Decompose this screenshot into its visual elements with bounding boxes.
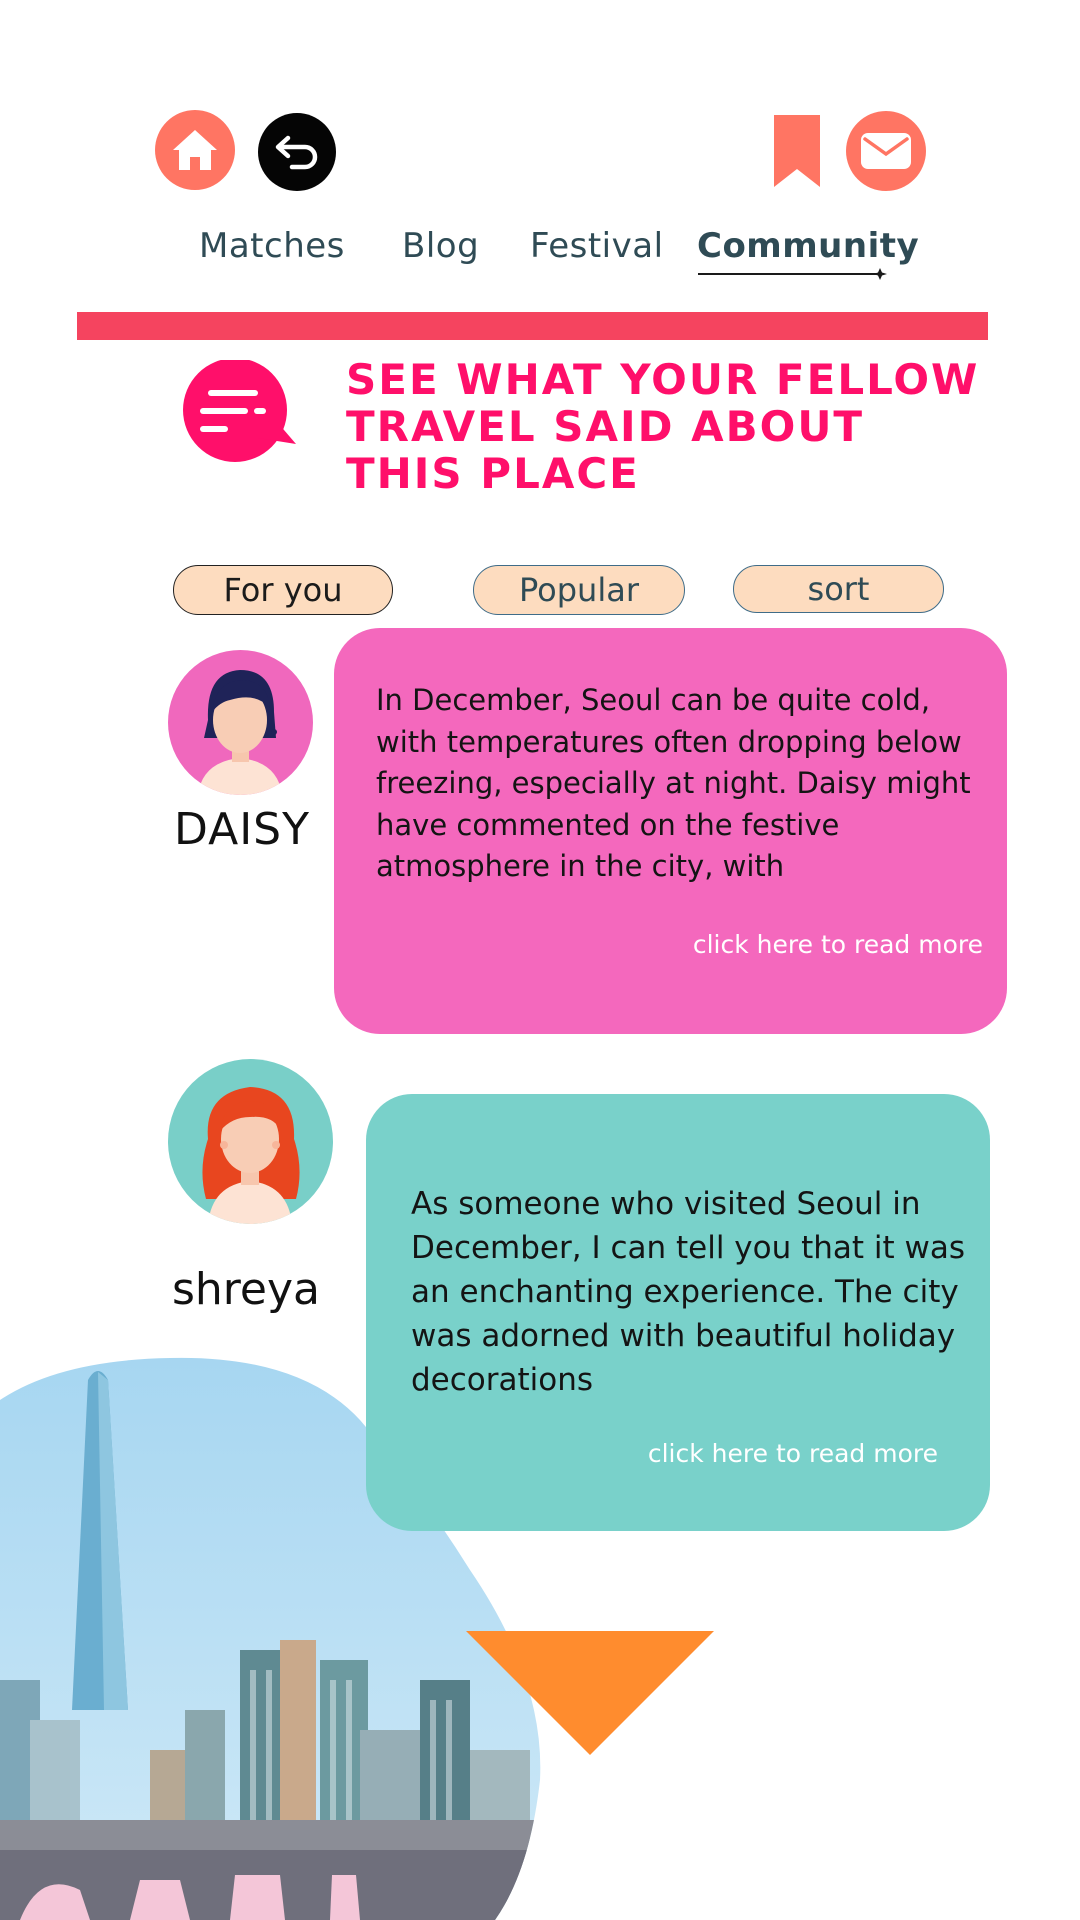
filter-for-you[interactable]: For you (173, 565, 393, 615)
comment-text: As someone who visited Seoul in December… (411, 1186, 966, 1398)
tab-blog[interactable]: Blog (402, 226, 479, 266)
comment-text: In December, Seoul can be quite cold, wi… (376, 683, 971, 883)
tab-festival[interactable]: Festival (530, 226, 664, 266)
avatar-daisy[interactable] (168, 650, 313, 795)
chat-bubble-icon (183, 360, 296, 462)
woman-red-hair-avatar (202, 1087, 300, 1224)
back-button[interactable] (258, 113, 336, 191)
scroll-down-triangle-icon[interactable] (466, 1631, 714, 1755)
home-button[interactable] (155, 110, 235, 190)
heading-line-3: THIS PLACE (346, 449, 640, 498)
username-shreya: shreya (172, 1264, 321, 1315)
back-arrow-icon (275, 135, 318, 170)
sort-button[interactable]: sort (733, 565, 944, 613)
tab-matches[interactable]: Matches (199, 226, 345, 266)
woman-dark-hair-avatar (198, 670, 282, 795)
mail-button[interactable] (846, 111, 926, 191)
tab-community[interactable]: Community (697, 226, 919, 266)
username-daisy: DAISY (174, 804, 310, 855)
read-more-link[interactable]: click here to read more (693, 930, 983, 959)
home-icon (173, 130, 217, 170)
active-tab-underline (698, 268, 887, 280)
comment-card[interactable]: As someone who visited Seoul in December… (366, 1094, 990, 1531)
filter-popular[interactable]: Popular (473, 565, 685, 615)
heading-line-1: SEE WHAT YOUR FELLOW (346, 355, 980, 404)
page-heading: SEE WHAT YOUR FELLOW TRAVEL SAID ABOUT T… (346, 356, 986, 497)
heading-line-2: TRAVEL SAID ABOUT (346, 402, 865, 451)
avatar-shreya[interactable] (168, 1059, 333, 1224)
read-more-link[interactable]: click here to read more (648, 1439, 938, 1468)
divider-bar (77, 312, 988, 340)
bookmark-icon[interactable] (774, 115, 820, 187)
mail-icon (861, 133, 911, 169)
comment-card[interactable]: In December, Seoul can be quite cold, wi… (334, 628, 1007, 1034)
